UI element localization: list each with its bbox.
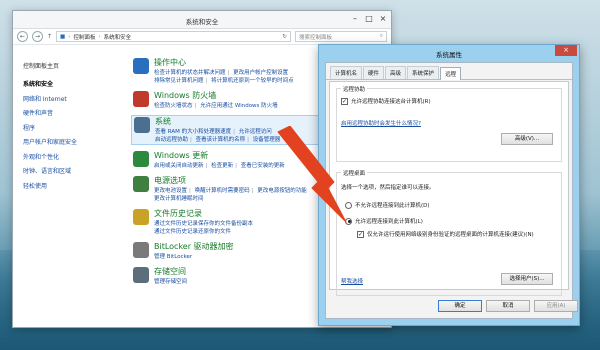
category-link[interactable]: 更改用户帐户控制设置	[233, 70, 288, 76]
checkbox-label: 仅允许运行使用网络级别身份验证的远程桌面的计算机连接(建议)(N)	[367, 232, 534, 238]
search-input[interactable]: 搜索控制面板 ⌕	[295, 31, 387, 42]
category-link[interactable]: 管理存储空间	[154, 279, 187, 285]
up-icon[interactable]: ↑	[47, 33, 52, 40]
address-input[interactable]: ■ › 控制面板 › 系统和安全 ↻	[56, 31, 291, 42]
sidebar-item-clock-region[interactable]: 时钟、语言和区域	[23, 166, 121, 175]
deny-remote-radio[interactable]: 不允许远程连接到此计算机(D)	[345, 201, 430, 209]
breadcrumb-control-panel[interactable]: 控制面板	[73, 33, 95, 41]
close-icon[interactable]: ×	[377, 14, 389, 24]
sp-titlebar: 系统属性 ×	[319, 45, 579, 60]
category-title[interactable]: Windows 防火墙	[154, 90, 278, 101]
sp-tab-strip: 计算机名 硬件 高级 系统保护 远程	[326, 63, 572, 80]
category-title[interactable]: 系统	[155, 116, 280, 127]
search-icon: ⌕	[379, 33, 383, 39]
sidebar-item-network[interactable]: 网络和 Internet	[23, 94, 121, 103]
maximize-icon[interactable]: □	[363, 14, 375, 24]
category-link[interactable]: 检查计算机的状态并解决问题	[154, 70, 226, 76]
category-link[interactable]: 更改计算机睡眠时间	[154, 196, 204, 202]
red-arrow-annotation	[277, 126, 347, 223]
battery-icon	[133, 176, 149, 192]
cp-window-title: 系统和安全	[185, 18, 219, 26]
category-link[interactable]: 管理 BitLocker	[154, 254, 192, 260]
sp-dialog-title: 系统属性	[436, 51, 462, 59]
category-link[interactable]: 通过文件历史记录还原你的文件	[154, 229, 231, 235]
category-link[interactable]: 排除常见计算机问题	[154, 78, 204, 84]
category-link[interactable]: 查看 RAM 的大小和处理器速度	[155, 129, 231, 135]
minimize-icon[interactable]: –	[349, 14, 361, 24]
computer-icon	[134, 117, 150, 133]
category-title[interactable]: 存储空间	[154, 266, 187, 277]
category-title[interactable]: 操作中心	[154, 57, 294, 68]
folder-clock-icon	[133, 209, 149, 225]
flag-icon	[133, 58, 149, 74]
back-icon[interactable]: ←	[17, 31, 28, 42]
firewall-icon	[133, 91, 149, 107]
select-users-button[interactable]: 选择用户(S)...	[501, 273, 553, 285]
radio-label: 不允许远程连接到此计算机(D)	[355, 203, 430, 209]
close-icon[interactable]: ×	[555, 45, 577, 56]
category-link[interactable]: 检查更新	[211, 163, 233, 169]
allow-remote-radio[interactable]: 允许远程连接到此计算机(L)	[345, 217, 423, 225]
sidebar-item-hardware[interactable]: 硬件和声音	[23, 108, 121, 117]
cp-sidebar: 控制面板主页 系统和安全 网络和 Internet 硬件和声音 程序 用户帐户和…	[13, 45, 121, 327]
refresh-icon[interactable]: ↻	[282, 34, 287, 40]
sidebar-home-link[interactable]: 控制面板主页	[23, 61, 121, 70]
checkbox-checked-icon: ✓	[341, 97, 348, 105]
category-link[interactable]: 唤醒计算机时需要密码	[195, 188, 250, 194]
category-link[interactable]: 检查防火墙状态	[154, 103, 193, 109]
sidebar-item-programs[interactable]: 程序	[23, 123, 121, 132]
category-title[interactable]: BitLocker 驱动器加密	[154, 241, 234, 252]
category-link[interactable]: 启用或关闭自动更新	[154, 163, 204, 169]
help-me-choose-link[interactable]: 帮我选择	[341, 277, 363, 285]
group-title: 远程协助	[341, 85, 368, 93]
checkbox-label: 允许远程协助连接这台计算机(R)	[351, 99, 431, 105]
tab-remote[interactable]: 远程	[440, 67, 462, 80]
category-title[interactable]: 文件历史记录	[154, 208, 253, 219]
checkbox-checked-icon: ✓	[357, 231, 364, 238]
allow-remote-assistance-checkbox[interactable]: ✓ 允许远程协助连接这台计算机(R)	[341, 97, 431, 105]
drive-lock-icon	[133, 242, 149, 258]
remote-desktop-group: 远程桌面 选择一个选项，然后指定谁可以连接。 不允许远程连接到此计算机(D) 允…	[336, 169, 562, 296]
apply-button[interactable]: 应用(A)	[534, 300, 578, 312]
category-link[interactable]: 启动远程协助	[155, 137, 188, 143]
remote-tab-content: 远程协助 ✓ 允许远程协助连接这台计算机(R) 启用远程协助时会发生什么情况? …	[329, 81, 569, 296]
sidebar-item-user-accounts[interactable]: 用户帐户和家庭安全	[23, 137, 121, 146]
breadcrumb-system-security[interactable]: 系统和安全	[104, 33, 132, 41]
remote-assistance-group: 远程协助 ✓ 允许远程协助连接这台计算机(R) 启用远程协助时会发生什么情况? …	[336, 85, 562, 162]
search-placeholder: 搜索控制面板	[299, 34, 333, 41]
category-link[interactable]: 将计算机还原到一个较早的时间点	[211, 78, 294, 84]
category-link[interactable]: 更改电池设置	[154, 188, 187, 194]
control-panel-icon: ■	[60, 33, 66, 40]
forward-icon[interactable]: →	[32, 31, 43, 42]
category-link[interactable]: 允许应用通过 Windows 防火墙	[200, 103, 278, 109]
ok-button[interactable]: 确定	[438, 300, 482, 312]
update-icon	[133, 151, 149, 167]
sidebar-item-ease-of-access[interactable]: 轻松使用	[23, 181, 121, 190]
radio-label: 允许远程连接到此计算机(L)	[355, 219, 423, 225]
category-title[interactable]: Windows 更新	[154, 150, 285, 161]
category-link[interactable]: 通过文件历史记录保存你的文件备份副本	[154, 221, 253, 227]
sidebar-item-system-security[interactable]: 系统和安全	[23, 79, 121, 88]
remote-assistance-info-link[interactable]: 启用远程协助时会发生什么情况?	[341, 119, 421, 127]
advanced-button[interactable]: 高级(V)...	[501, 133, 553, 145]
sidebar-item-appearance[interactable]: 外观和个性化	[23, 152, 121, 161]
cancel-button[interactable]: 取消	[486, 300, 530, 312]
tab-advanced[interactable]: 高级	[385, 66, 407, 79]
cp-address-bar: ← → ↑ ■ › 控制面板 › 系统和安全 ↻ 搜索控制面板 ⌕	[13, 29, 391, 45]
tab-computer-name[interactable]: 计算机名	[330, 66, 363, 79]
allow-remote-access-link[interactable]: 允许远程访问	[239, 129, 272, 135]
system-properties-dialog: 系统属性 × 计算机名 硬件 高级 系统保护 远程 远程协助 ✓ 允许远程协助连…	[318, 44, 580, 326]
nla-checkbox[interactable]: ✓ 仅允许运行使用网络级别身份验证的远程桌面的计算机连接(建议)(N)	[357, 231, 535, 239]
remote-desktop-instruction: 选择一个选项，然后指定谁可以连接。	[341, 185, 435, 191]
cp-titlebar: 系统和安全 – □ ×	[13, 11, 391, 29]
storage-icon	[133, 267, 149, 283]
tab-system-protection[interactable]: 系统保护	[407, 66, 440, 79]
category-link[interactable]: 查看该计算机的名称	[196, 137, 246, 143]
tab-hardware[interactable]: 硬件	[363, 66, 385, 79]
